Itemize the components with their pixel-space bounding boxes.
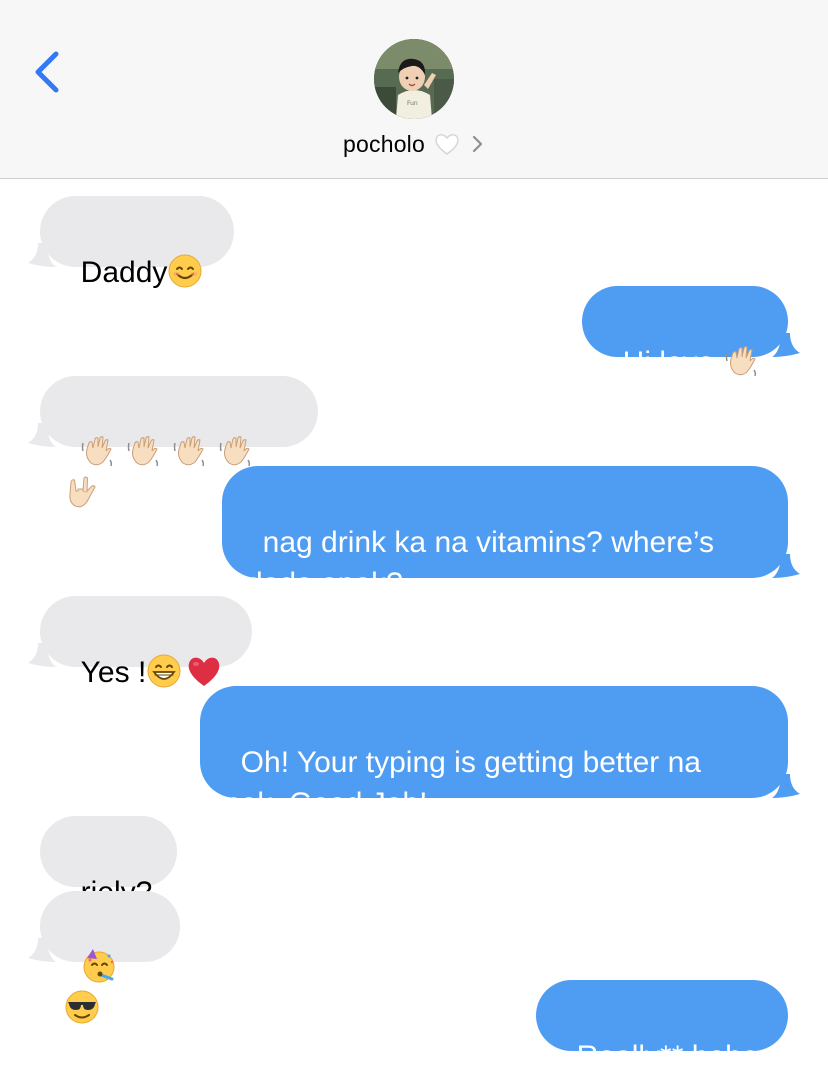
waving-hand-emoji	[171, 433, 207, 469]
conversation-header: Fun pocholo	[0, 0, 828, 179]
message-text: Really** hehe	[576, 1040, 759, 1073]
message-bubble-received[interactable]: riely?	[40, 816, 177, 909]
message-bubble-sent[interactable]: nag drink ka na vitamins? where’s dada a…	[222, 466, 800, 600]
message-text: Oh! Your typing is getting better na nak…	[224, 746, 710, 820]
grinning-face-emoji	[146, 653, 182, 689]
message-bubble-received[interactable]	[28, 891, 180, 1024]
waving-hand-emoji	[79, 433, 115, 469]
avatar[interactable]: Fun	[374, 39, 454, 119]
message-text: nag drink ka na vitamins? where’s dada a…	[246, 526, 723, 600]
message-text: Yes !	[80, 656, 147, 689]
smiling-face-emoji	[167, 253, 203, 289]
red-heart-emoji	[186, 653, 222, 689]
message-bubble-sent[interactable]: Hi love	[582, 286, 800, 379]
message-bubble-received[interactable]: Yes !	[28, 596, 252, 689]
message-bubble-sent[interactable]: Oh! Your typing is getting better na nak…	[200, 686, 800, 820]
waving-hand-emoji	[217, 433, 253, 469]
waving-hand-emoji	[125, 433, 161, 469]
waving-hand-emoji	[723, 343, 759, 379]
love-you-gesture-emoji	[62, 474, 98, 510]
message-bubble-sent[interactable]: Really** hehe	[536, 980, 788, 1073]
chevron-left-icon	[35, 51, 59, 93]
svg-text:Fun: Fun	[407, 100, 418, 107]
message-text: Hi love	[622, 346, 723, 379]
sunglasses-face-emoji	[64, 989, 100, 1025]
contact-info-button[interactable]: pocholo	[0, 126, 828, 162]
contact-name: pocholo	[343, 130, 425, 157]
partying-face-emoji	[81, 948, 117, 984]
white-heart-icon	[433, 130, 461, 158]
message-bubble-received[interactable]	[28, 376, 318, 508]
message-bubble-received[interactable]: Daddy	[28, 196, 234, 289]
back-button[interactable]	[28, 48, 68, 96]
chevron-right-icon	[471, 133, 485, 155]
message-text: Daddy	[80, 256, 168, 289]
